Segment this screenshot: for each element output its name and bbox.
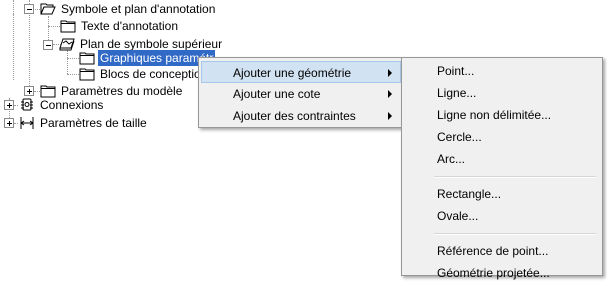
menu-item-add-constraints[interactable]: Ajouter des contraintes [202,105,400,127]
submenu-arrow-icon [388,90,392,98]
tree-connector [14,123,18,124]
tree-node-label: Paramètres de taille [40,116,147,130]
open-folder-icon [40,3,56,15]
tree-node-label: Symbole et plan d'annotation [61,2,216,16]
menu-item-label: Référence de point... [437,244,549,258]
menu-item-label: Ajouter une géométrie [233,66,352,80]
tree-node-label: Blocs de conception [100,67,208,81]
submenu-item-projected-geometry[interactable]: Géométrie projetée... [404,262,600,284]
tree-connector [48,26,60,27]
submenu-item-unbounded-line[interactable]: Ligne non délimitée... [404,104,600,126]
expand-toggle[interactable] [4,118,14,128]
submenu-item-point[interactable]: Point... [404,60,600,82]
folder-icon [60,20,76,33]
menu-separator [434,176,596,178]
menu-item-label: Ajouter une cote [233,87,321,101]
menu-item-label: Cercle... [437,130,482,144]
connections-icon [21,98,33,111]
menu-item-add-dimension[interactable]: Ajouter une cote [202,83,400,105]
menu-item-label: Point... [437,64,475,78]
menu-item-label: Ligne... [437,86,477,100]
menu-item-label: Arc... [437,152,466,166]
submenu-item-arc[interactable]: Arc... [404,148,600,170]
tree-node-label: Connexions [40,98,104,112]
folder-icon [40,85,56,98]
plan-icon [59,38,75,51]
expand-toggle[interactable] [4,100,14,110]
submenu-item-rectangle[interactable]: Rectangle... [404,183,600,205]
submenu-item-circle[interactable]: Cercle... [404,126,600,148]
submenu-item-oval[interactable]: Ovale... [404,205,600,227]
collapse-toggle[interactable] [24,4,34,14]
menu-item-label: Ovale... [437,209,479,223]
tree-node-label: Texte d'annotation [81,19,179,33]
expand-toggle[interactable] [24,86,34,96]
tree-connector [67,74,79,75]
folder-icon [79,52,95,65]
folder-icon [79,68,95,81]
menu-item-label: Ajouter des contraintes [233,109,356,123]
tree-connector [14,105,18,106]
context-menu: Ajouter une géométrie Ajouter une cote A… [198,57,404,128]
tree-connector [13,14,14,80]
collapse-toggle[interactable] [43,40,53,50]
tree-connector [67,58,79,59]
size-parameters-icon [20,117,34,129]
menu-item-label: Rectangle... [437,187,502,201]
tree-connector [13,0,14,14]
menu-item-label: Géométrie projetée... [437,266,550,280]
tree-connector [67,50,68,74]
menu-separator [434,233,596,235]
submenu-item-point-reference[interactable]: Référence de point... [404,240,600,262]
submenu-arrow-icon [388,69,392,77]
geometry-submenu: Point... Ligne... Ligne non délimitée...… [401,57,603,280]
submenu-arrow-icon [388,112,392,120]
menu-item-label: Ligne non délimitée... [437,108,552,122]
menu-item-add-geometry[interactable]: Ajouter une géométrie [201,61,401,83]
submenu-item-line[interactable]: Ligne... [404,82,600,104]
